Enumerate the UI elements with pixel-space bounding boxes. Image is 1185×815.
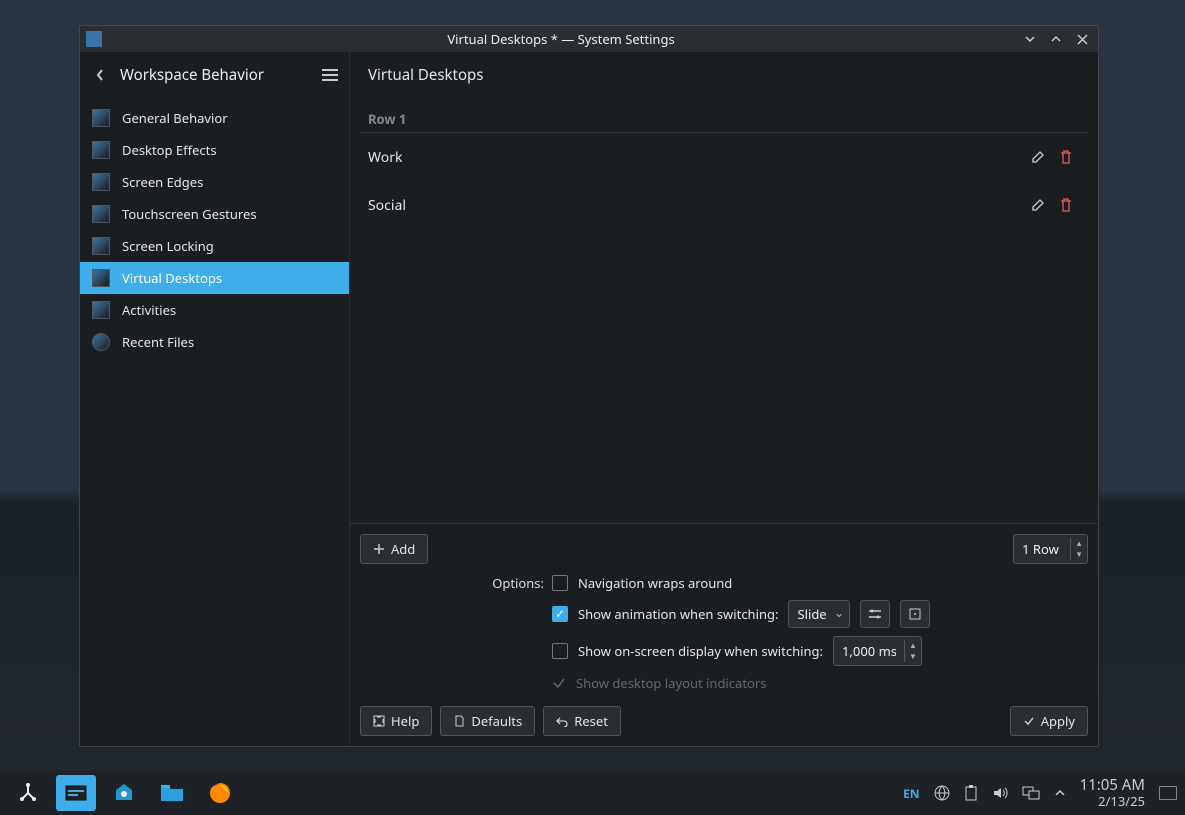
taskbar-firefox[interactable] (200, 775, 240, 811)
virtual-desktops-icon (92, 269, 110, 287)
row-header: Row 1 (360, 106, 1088, 133)
clock-date: 2/13/25 (1080, 794, 1145, 809)
sidebar-title: Workspace Behavior (120, 65, 311, 85)
document-icon (453, 715, 465, 727)
delete-button[interactable] (1052, 191, 1080, 219)
desktop-name: Social (368, 196, 1024, 215)
sidebar-item-label: Screen Edges (122, 173, 203, 191)
display-icon[interactable] (1022, 786, 1040, 800)
spin-up[interactable]: ▲ (1071, 538, 1087, 549)
app-icon (86, 31, 102, 47)
sidebar-item-label: Recent Files (122, 333, 194, 351)
configure-animation-button[interactable] (860, 600, 890, 628)
system-settings-window: Virtual Desktops * — System Settings Wor… (79, 25, 1099, 747)
desktop-row: Social (360, 181, 1088, 229)
show-osd-label: Show on-screen display when switching: (578, 642, 823, 660)
sidebar-header: Workspace Behavior (80, 52, 349, 98)
defaults-button[interactable]: Defaults (440, 706, 535, 736)
show-animation-label: Show animation when switching: (578, 605, 778, 623)
clipboard-icon[interactable] (964, 785, 978, 801)
sidebar-item-screen-locking[interactable]: Screen Locking (80, 230, 349, 262)
recent-files-icon (92, 333, 110, 351)
add-button[interactable]: Add (360, 534, 428, 564)
maximize-button[interactable] (1046, 29, 1066, 49)
keyboard-layout-indicator[interactable]: EN (903, 785, 919, 802)
delete-button[interactable] (1052, 143, 1080, 171)
add-label: Add (391, 540, 415, 558)
check-icon (1023, 715, 1035, 727)
check-icon (552, 676, 566, 690)
bottom-controls: Add ▲▼ Options: Navigation wraps around (350, 523, 1098, 702)
sidebar-item-label: Virtual Desktops (122, 269, 222, 287)
desktop-name: Work (368, 148, 1024, 167)
network-icon[interactable] (934, 785, 950, 801)
sidebar-item-label: Touchscreen Gestures (122, 205, 257, 223)
undo-icon (556, 715, 568, 727)
desktop-row: Work (360, 133, 1088, 181)
help-button[interactable]: Help (360, 706, 432, 736)
touchscreen-gestures-icon (92, 205, 110, 223)
nav-wraps-checkbox[interactable] (552, 575, 568, 591)
spin-down[interactable]: ▼ (1071, 549, 1087, 560)
minimize-button[interactable] (1020, 29, 1040, 49)
row-count-spinner[interactable]: ▲▼ (1013, 534, 1088, 564)
desktops-list: Row 1 Work Social (350, 98, 1098, 523)
sidebar: Workspace Behavior General Behavior Desk… (80, 52, 350, 746)
show-desktop-button[interactable] (1159, 786, 1177, 800)
back-button[interactable] (90, 68, 110, 82)
sidebar-item-general-behavior[interactable]: General Behavior (80, 102, 349, 134)
window-body: Workspace Behavior General Behavior Desk… (80, 52, 1098, 746)
reset-button[interactable]: Reset (543, 706, 621, 736)
general-behavior-icon (92, 109, 110, 127)
osd-duration-spinner[interactable]: ▲▼ (833, 636, 922, 666)
sidebar-item-label: Desktop Effects (122, 141, 217, 159)
animation-select[interactable]: Slide (788, 600, 850, 628)
taskbar-discover[interactable] (104, 775, 144, 811)
main-panel: Virtual Desktops Row 1 Work Social (350, 52, 1098, 746)
activities-icon (92, 301, 110, 319)
titlebar[interactable]: Virtual Desktops * — System Settings (80, 26, 1098, 52)
about-animation-button[interactable] (900, 600, 930, 628)
sidebar-item-recent-files[interactable]: Recent Files (80, 326, 349, 358)
sidebar-items: General Behavior Desktop Effects Screen … (80, 98, 349, 358)
sidebar-item-screen-edges[interactable]: Screen Edges (80, 166, 349, 198)
taskbar-file-manager[interactable] (152, 775, 192, 811)
clock[interactable]: 11:05 AM 2/13/25 (1080, 777, 1145, 809)
taskbar-system-settings[interactable] (56, 775, 96, 811)
screen-locking-icon (92, 237, 110, 255)
sidebar-item-virtual-desktops[interactable]: Virtual Desktops (80, 262, 349, 294)
sidebar-item-touchscreen-gestures[interactable]: Touchscreen Gestures (80, 198, 349, 230)
spin-up[interactable]: ▲ (905, 640, 921, 651)
plus-icon (373, 543, 385, 555)
screen-edges-icon (92, 173, 110, 191)
help-icon (373, 715, 385, 727)
app-launcher-button[interactable] (8, 775, 48, 811)
desktop-effects-icon (92, 141, 110, 159)
show-animation-checkbox[interactable] (552, 606, 568, 622)
sidebar-item-label: Screen Locking (122, 237, 214, 255)
rename-button[interactable] (1024, 143, 1052, 171)
rename-button[interactable] (1024, 191, 1052, 219)
sidebar-item-activities[interactable]: Activities (80, 294, 349, 326)
footer: Help Defaults Reset Apply (350, 702, 1098, 746)
sidebar-item-label: General Behavior (122, 109, 228, 127)
hamburger-menu-button[interactable] (321, 68, 339, 82)
page-title: Virtual Desktops (350, 52, 1098, 98)
show-layout-label: Show desktop layout indicators (576, 674, 766, 692)
volume-icon[interactable] (992, 785, 1008, 801)
tray-expand-icon[interactable] (1054, 787, 1066, 799)
sidebar-item-desktop-effects[interactable]: Desktop Effects (80, 134, 349, 166)
options-label: Options: (364, 574, 544, 592)
show-osd-checkbox[interactable] (552, 643, 568, 659)
taskbar: EN 11:05 AM 2/13/25 (0, 771, 1185, 815)
spin-down[interactable]: ▼ (905, 651, 921, 662)
row-count-value[interactable] (1014, 535, 1070, 563)
close-button[interactable] (1072, 29, 1092, 49)
osd-duration-value[interactable] (834, 637, 904, 665)
nav-wraps-label: Navigation wraps around (578, 574, 732, 592)
system-tray: EN 11:05 AM 2/13/25 (903, 777, 1177, 809)
window-title: Virtual Desktops * — System Settings (108, 30, 1014, 48)
apply-button[interactable]: Apply (1010, 706, 1088, 736)
sidebar-item-label: Activities (122, 301, 176, 319)
